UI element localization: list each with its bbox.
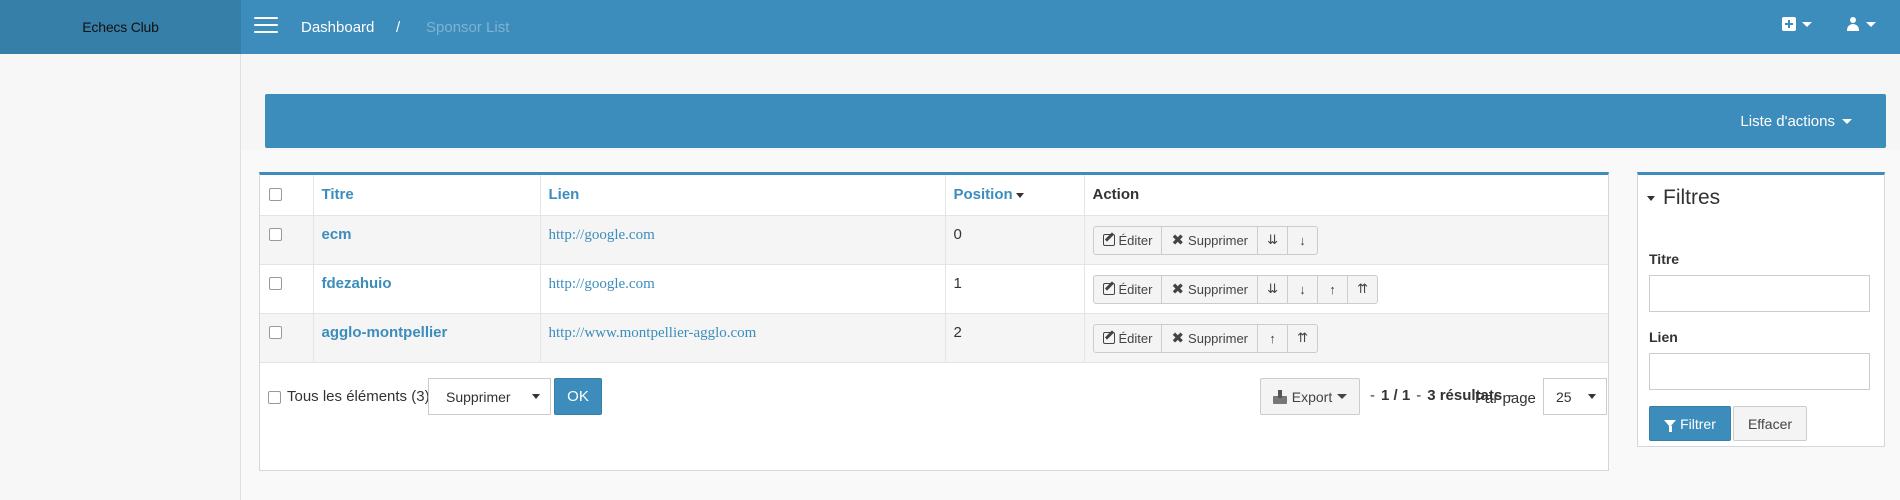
page-count: 1 / 1 bbox=[1381, 387, 1411, 404]
filter-submit-button[interactable]: Filtrer bbox=[1649, 406, 1731, 441]
row-action-group: Éditer ✖ Supprimer ↑ ⇈ bbox=[1092, 323, 1319, 353]
move-top-button[interactable]: ⇈ bbox=[1347, 274, 1379, 304]
row-checkbox[interactable] bbox=[269, 276, 282, 290]
move-top-button[interactable]: ⇈ bbox=[1287, 323, 1319, 353]
caret-down-icon bbox=[1647, 195, 1655, 201]
batch-action-select[interactable]: Supprimer bbox=[428, 378, 551, 415]
app-title: Echecs Club bbox=[82, 19, 159, 35]
sponsor-table: Titre Lien Position Action ecm http://go… bbox=[260, 175, 1608, 363]
caret-down-icon bbox=[1866, 21, 1876, 27]
filters-toggle[interactable]: Filtres bbox=[1647, 186, 1720, 210]
row-position: 1 bbox=[945, 264, 1085, 314]
filter-icon bbox=[1664, 420, 1677, 432]
filters-box: Filtres Titre Lien Filtrer Effacer bbox=[1637, 172, 1885, 447]
filter-titre-label: Titre bbox=[1649, 251, 1680, 267]
close-icon: ✖ bbox=[1171, 281, 1185, 298]
row-action-group: Éditer ✖ Supprimer ⇊ ↓ bbox=[1092, 225, 1319, 255]
edit-button[interactable]: Éditer bbox=[1092, 323, 1163, 353]
row-titre-link[interactable]: ecm bbox=[322, 226, 352, 243]
row-lien-link[interactable]: http://google.com bbox=[549, 276, 655, 292]
all-elements-checkbox[interactable] bbox=[268, 391, 281, 404]
row-position: 2 bbox=[945, 313, 1085, 363]
edit-button[interactable]: Éditer bbox=[1092, 225, 1163, 255]
top-navbar: Echecs Club Dashboard / Sponsor List bbox=[0, 0, 1900, 54]
user-menu-button[interactable] bbox=[1846, 17, 1876, 31]
actions-dropdown-label: Liste d'actions bbox=[1740, 113, 1835, 130]
sponsor-list-box: Titre Lien Position Action ecm http://go… bbox=[259, 172, 1609, 471]
row-position: 0 bbox=[945, 215, 1085, 265]
move-up-button[interactable]: ↑ bbox=[1317, 274, 1349, 304]
actions-dropdown-toggle[interactable]: Liste d'actions bbox=[1740, 113, 1852, 130]
batch-ok-button[interactable]: OK bbox=[554, 378, 602, 415]
header-select-all bbox=[260, 175, 314, 216]
filter-clear-button[interactable]: Effacer bbox=[1733, 406, 1807, 441]
edit-button[interactable]: Éditer bbox=[1092, 274, 1163, 304]
table-row: fdezahuio http://google.com 1 Éditer ✖ Su… bbox=[260, 264, 1608, 314]
header-position: Position bbox=[945, 175, 1085, 216]
move-up-button[interactable]: ↑ bbox=[1257, 323, 1289, 353]
breadcrumb-separator: / bbox=[396, 19, 401, 36]
table-footer: Tous les éléments (3) Supprimer OK Expor… bbox=[260, 370, 1608, 424]
plus-square-icon bbox=[1782, 17, 1796, 31]
close-icon: ✖ bbox=[1171, 232, 1185, 249]
move-bottom-button[interactable]: ⇊ bbox=[1257, 225, 1289, 255]
row-titre-link[interactable]: fdezahuio bbox=[322, 275, 392, 292]
header-action: Action bbox=[1084, 175, 1608, 216]
select-arrow-icon bbox=[1588, 394, 1596, 399]
export-button[interactable]: Export bbox=[1260, 378, 1360, 415]
caret-down-icon bbox=[1337, 394, 1348, 399]
move-bottom-button[interactable]: ⇊ bbox=[1257, 274, 1289, 304]
table-row: agglo-montpellier http://www.montpellier… bbox=[260, 313, 1608, 363]
move-down-button[interactable]: ↓ bbox=[1287, 225, 1319, 255]
select-all-elements[interactable]: Tous les éléments (3) bbox=[268, 388, 430, 405]
select-arrow-icon bbox=[532, 394, 540, 399]
filter-lien-input[interactable] bbox=[1649, 353, 1870, 390]
all-elements-label: Tous les éléments (3) bbox=[287, 388, 430, 405]
filter-titre-input[interactable] bbox=[1649, 275, 1870, 312]
sidebar bbox=[0, 54, 241, 500]
edit-icon bbox=[1102, 332, 1115, 344]
sort-titre-link[interactable]: Titre bbox=[322, 186, 354, 203]
row-titre-link[interactable]: agglo-montpellier bbox=[322, 324, 448, 341]
filters-title: Filtres bbox=[1663, 186, 1721, 209]
header-titre: Titre bbox=[313, 175, 541, 216]
row-lien-link[interactable]: http://www.montpellier-agglo.com bbox=[549, 325, 757, 341]
delete-button[interactable]: ✖ Supprimer bbox=[1161, 274, 1259, 304]
content-header: Liste d'actions bbox=[241, 54, 1900, 150]
per-page-select[interactable]: 25 bbox=[1543, 378, 1607, 415]
select-all-checkbox[interactable] bbox=[269, 188, 282, 201]
add-menu-button[interactable] bbox=[1782, 17, 1812, 31]
filter-lien-label: Lien bbox=[1649, 329, 1678, 345]
row-action-group: Éditer ✖ Supprimer ⇊ ↓ ↑ ⇈ bbox=[1092, 274, 1379, 304]
caret-down-icon bbox=[1842, 119, 1852, 124]
edit-icon bbox=[1102, 234, 1115, 246]
row-checkbox[interactable] bbox=[269, 325, 282, 339]
delete-button[interactable]: ✖ Supprimer bbox=[1161, 225, 1259, 255]
main-content: Liste d'actions Titre Lien Position Acti… bbox=[241, 54, 1900, 500]
user-icon bbox=[1846, 17, 1860, 31]
table-row: ecm http://google.com 0 Éditer ✖ Supprime… bbox=[260, 215, 1608, 265]
sort-position-link[interactable]: Position bbox=[954, 186, 1024, 203]
sort-desc-icon bbox=[1015, 192, 1024, 198]
row-checkbox[interactable] bbox=[269, 227, 282, 241]
close-icon: ✖ bbox=[1171, 330, 1185, 347]
edit-icon bbox=[1102, 283, 1115, 295]
position-header-label: Position bbox=[953, 186, 1013, 203]
header-lien: Lien bbox=[540, 175, 946, 216]
per-page-label: Par page bbox=[1475, 390, 1536, 407]
export-icon bbox=[1272, 389, 1287, 404]
caret-down-icon bbox=[1802, 21, 1812, 27]
menu-toggle-icon[interactable] bbox=[254, 17, 278, 35]
app-logo[interactable]: Echecs Club bbox=[0, 0, 241, 54]
move-down-button[interactable]: ↓ bbox=[1287, 274, 1319, 304]
table-header-row: Titre Lien Position Action bbox=[260, 175, 1608, 216]
actions-bar: Liste d'actions bbox=[265, 94, 1886, 148]
breadcrumb-dashboard[interactable]: Dashboard bbox=[301, 19, 374, 36]
sort-lien-link[interactable]: Lien bbox=[549, 186, 580, 203]
breadcrumb-current: Sponsor List bbox=[426, 19, 510, 36]
delete-button[interactable]: ✖ Supprimer bbox=[1161, 323, 1259, 353]
row-lien-link[interactable]: http://google.com bbox=[549, 227, 655, 243]
